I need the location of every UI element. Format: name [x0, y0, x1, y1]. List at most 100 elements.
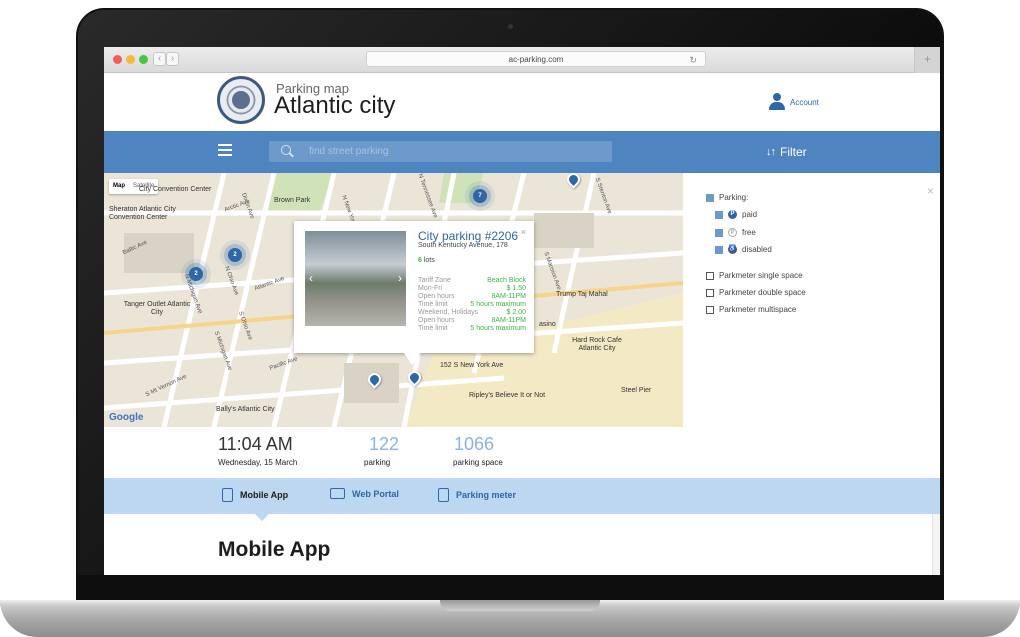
popup-title: City parking #2206 — [418, 229, 519, 243]
section-title: Mobile App — [218, 538, 331, 561]
forward-button[interactable]: › — [166, 52, 179, 66]
filter-label: Parkmeter single space — [719, 271, 803, 280]
close-icon[interactable]: × — [521, 227, 526, 237]
filter-panel: × Parking: Ppaid Pfree ♿ disabled Parkmet… — [683, 173, 940, 427]
tariff-value: 5 hours maximum — [470, 325, 526, 332]
tab-web-portal[interactable]: Web Portal — [330, 488, 399, 499]
current-date: Wednesday, 15 March — [218, 458, 298, 467]
place-label: Sheraton Atlantic City Convention Center — [109, 206, 176, 221]
map[interactable]: Map Satellite City Convention Center She… — [104, 173, 683, 427]
parking-meter-icon — [438, 488, 449, 502]
filter-label: paid — [742, 210, 758, 219]
brand-title: Atlantic city — [274, 92, 396, 119]
filter-multispace[interactable]: Parkmeter multispace — [706, 305, 796, 314]
tariff-value: Beach Block — [487, 277, 526, 284]
filter-double-space[interactable]: Parkmeter double space — [706, 288, 806, 297]
screen: ‹ › ac-parking.com ↻ + Parking map Atlan… — [104, 47, 940, 575]
search-input[interactable] — [309, 143, 599, 159]
checkbox[interactable] — [715, 228, 723, 237]
checkbox[interactable] — [706, 193, 714, 202]
parking-info-popup: ‹ › × City parking #2206 South Kentucky … — [294, 221, 534, 365]
nav-bar: ↓↑ Filter — [104, 131, 940, 173]
chevron-left-icon[interactable]: ‹ — [309, 271, 313, 285]
place-label: Bally's Atlantic City — [216, 406, 275, 413]
user-icon[interactable] — [769, 93, 785, 111]
tariff-value: $ 2.00 — [506, 309, 526, 316]
minimize-window-button[interactable] — [126, 55, 135, 64]
place-label: Ripley's Believe It or Not — [469, 392, 546, 399]
place-label: City Convention Center — [139, 186, 212, 193]
active-tab-pointer — [255, 514, 269, 521]
filter-free[interactable]: Pfree — [715, 228, 756, 237]
filter-icon: ↓↑ — [766, 146, 776, 158]
checkbox[interactable] — [715, 210, 723, 219]
tab-label: Web Portal — [352, 488, 399, 499]
phone-icon — [222, 488, 233, 502]
tariff-value: 8AM-11PM — [491, 293, 527, 300]
wheelchair-icon: ♿ — [728, 245, 737, 254]
parking-space-count: 1066 — [454, 434, 495, 454]
site-header: Parking map Atlantic city Account — [104, 73, 940, 131]
filter-single-space[interactable]: Parkmeter single space — [706, 271, 803, 280]
laptop-mockup: ‹ › ac-parking.com ↻ + Parking map Atlan… — [0, 0, 1020, 637]
stats-bar: 11:04 AM Wednesday, 15 March 122 parking… — [104, 427, 940, 478]
paid-parking-icon: P — [728, 210, 737, 219]
tab-label: Parking meter — [456, 490, 517, 500]
filter-label: free — [742, 228, 756, 237]
reload-icon[interactable]: ↻ — [689, 53, 697, 68]
laptop-notch — [440, 600, 600, 611]
tariff-key: Open hours — [418, 293, 455, 300]
tariff-key: Tariff Zone — [418, 277, 451, 284]
tariff-row: Tariff Zone Beach Block — [418, 277, 526, 285]
filter-label: Parkmeter double space — [719, 288, 806, 297]
close-window-button[interactable] — [113, 55, 122, 64]
checkbox[interactable] — [706, 288, 714, 297]
place-label: asino — [539, 321, 556, 328]
city-seal-logo[interactable] — [217, 76, 265, 124]
address-bar[interactable]: ac-parking.com ↻ — [366, 51, 706, 67]
maximize-window-button[interactable] — [139, 55, 148, 64]
search-box[interactable] — [269, 141, 612, 162]
filter-label: disabled — [742, 245, 772, 254]
new-tab-button[interactable]: + — [914, 47, 940, 73]
tariff-value: $ 1.50 — [506, 285, 526, 292]
menu-icon[interactable] — [218, 144, 232, 156]
tariff-key: Mon-Fri — [418, 285, 443, 292]
filter-paid[interactable]: Ppaid — [715, 210, 757, 219]
tab-mobile-app[interactable]: Mobile App — [222, 488, 288, 502]
feature-tabs: Mobile App Web Portal Parking meter — [104, 478, 940, 521]
street-photo: ‹ › — [305, 231, 406, 326]
map-type-map[interactable]: Map — [109, 179, 129, 194]
filter-disabled[interactable]: ♿ disabled — [715, 245, 772, 254]
parking-cluster[interactable]: 7 — [473, 189, 487, 203]
place-label: 152 S New York Ave — [440, 362, 504, 369]
tariff-row: Time limit 5 hours maximum — [418, 301, 526, 309]
filter-label: Filter — [780, 145, 807, 159]
close-icon[interactable]: × — [927, 184, 934, 198]
checkbox[interactable] — [706, 305, 714, 314]
tariff-value: 5 hours maximum — [470, 301, 526, 308]
parking-cluster[interactable]: 2 — [228, 248, 242, 262]
tab-parking-meter[interactable]: Parking meter — [438, 488, 516, 502]
checkbox[interactable] — [715, 245, 723, 254]
chevron-right-icon[interactable]: › — [398, 271, 402, 285]
parking-count: 122 — [369, 434, 400, 454]
tariff-row: Weekend, Holidays $ 2.00 — [418, 309, 526, 317]
tariff-key: Time limit — [418, 325, 448, 332]
checkbox[interactable] — [706, 271, 714, 280]
url-text: ac-parking.com — [508, 55, 564, 64]
free-parking-icon: P — [728, 228, 737, 237]
filter-button[interactable]: ↓↑ Filter — [766, 143, 807, 161]
tariff-row: Open hours 8AM-11PM — [418, 293, 526, 301]
parking-cluster[interactable]: 2 — [189, 267, 203, 281]
back-button[interactable]: ‹ — [153, 52, 166, 66]
place-label: Hard Rock Cafe Atlantic City — [572, 337, 622, 352]
parking-count-label: parking — [364, 458, 391, 467]
popup-lots: 6 lots — [418, 257, 435, 264]
account-link[interactable]: Account — [790, 98, 819, 107]
tariff-key: Weekend, Holidays — [418, 309, 479, 316]
camera — [508, 24, 513, 29]
filter-parking[interactable]: Parking: — [706, 193, 748, 202]
filter-label: Parkmeter multispace — [719, 305, 797, 314]
place-label: Steel Pier — [621, 387, 652, 394]
